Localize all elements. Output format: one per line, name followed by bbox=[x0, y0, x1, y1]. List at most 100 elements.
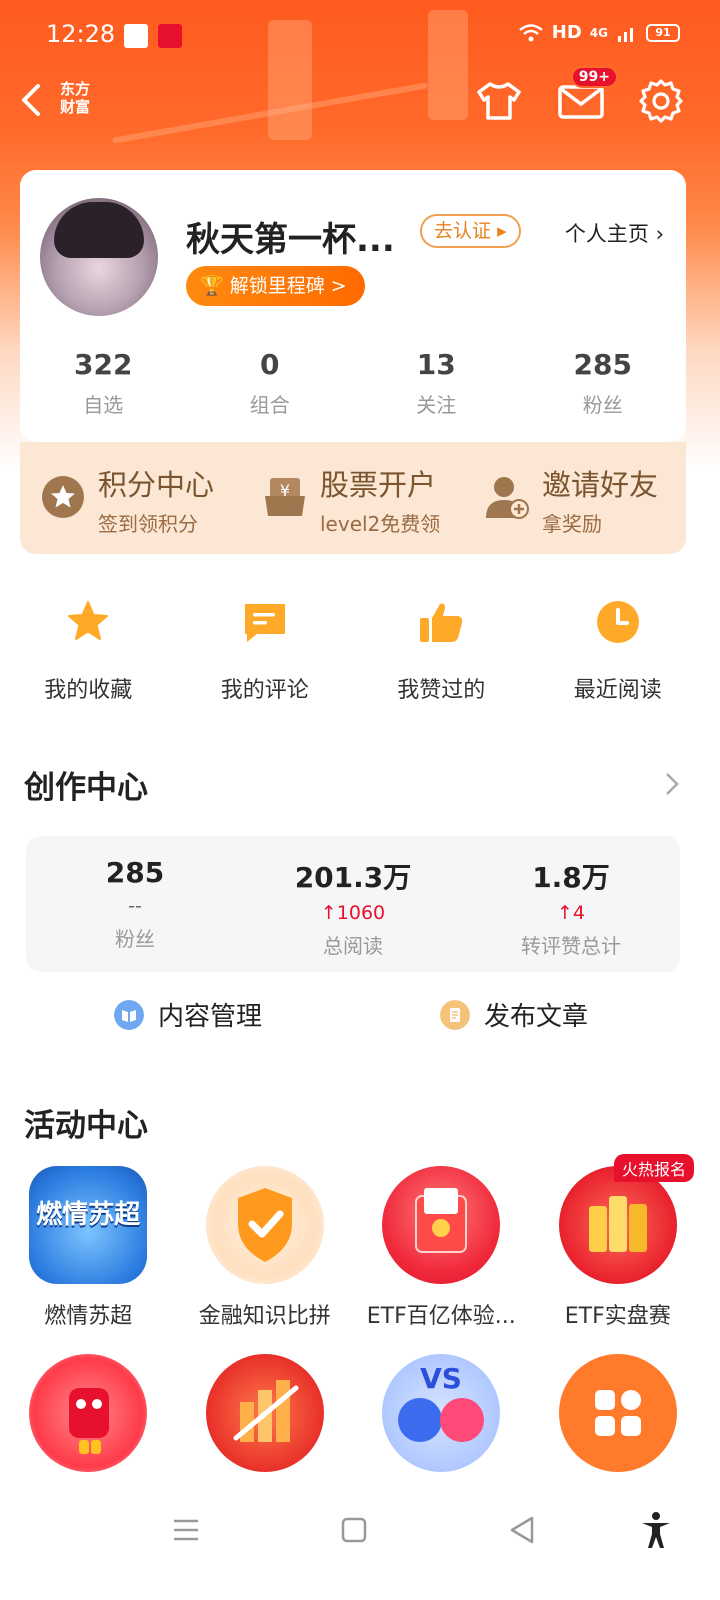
promo-subtitle: level2免费领 bbox=[320, 512, 441, 536]
quick-recent[interactable]: 最近阅读 bbox=[530, 598, 707, 704]
thumbs-up-icon bbox=[420, 603, 463, 642]
milestone-label: 解锁里程碑 > bbox=[229, 275, 347, 297]
soccer-event-icon: 燃情苏超 bbox=[29, 1166, 148, 1284]
promo-open-account[interactable]: ¥ 股票开户 level2免费领 bbox=[242, 442, 464, 554]
creator-stat-engagement[interactable]: 1.8万 ↑4 转评赞总计 bbox=[462, 836, 680, 972]
activity-row: 燃情苏超 燃情苏超 金融知识比拼 ETF百亿体验... 火热报名 ETF实盘赛 bbox=[0, 1154, 707, 1330]
status-time: 12:28 bbox=[46, 20, 116, 48]
verify-button[interactable]: 去认证 ▸ bbox=[420, 214, 521, 248]
home-square-icon[interactable] bbox=[334, 1510, 374, 1550]
creator-stat-label: 转评赞总计 bbox=[521, 934, 621, 958]
star-icon bbox=[68, 601, 109, 640]
stat-value: 322 bbox=[74, 348, 133, 381]
stat-label: 自选 bbox=[83, 393, 124, 417]
grid-icon bbox=[594, 1390, 641, 1436]
creator-center-title: 创作中心 bbox=[24, 770, 148, 806]
stat-watchlist[interactable]: 322 自选 bbox=[20, 348, 187, 418]
stat-value: 13 bbox=[416, 348, 456, 381]
brand-logo: 东方 财富 bbox=[60, 80, 90, 116]
promo-subtitle: 签到领积分 bbox=[98, 512, 198, 536]
promo-points-center[interactable]: 积分中心 签到领积分 bbox=[20, 442, 242, 554]
gear-icon[interactable] bbox=[636, 76, 686, 126]
play-triangle-icon: ▸ bbox=[497, 220, 507, 242]
homepage-link[interactable]: 个人主页 › bbox=[565, 218, 664, 248]
activity-label: 燃情苏超 bbox=[44, 1304, 133, 1329]
promo-title: 积分中心 bbox=[98, 468, 215, 502]
quick-liked[interactable]: 我赞过的 bbox=[353, 598, 530, 704]
gold-icon bbox=[588, 1196, 647, 1252]
quick-favorites[interactable]: 我的收藏 bbox=[0, 598, 177, 704]
quick-comments[interactable]: 我的评论 bbox=[177, 598, 354, 704]
system-nav-bar bbox=[0, 1488, 720, 1600]
nickname[interactable]: 秋天第一杯... bbox=[186, 212, 395, 261]
activity-item[interactable] bbox=[177, 1354, 354, 1484]
battery-icon: 91 bbox=[646, 23, 680, 42]
creator-stat-reads[interactable]: 201.3万 ↑1060 总阅读 bbox=[244, 836, 462, 972]
activity-row: VS bbox=[0, 1354, 706, 1484]
activity-icon-text: 燃情苏超 bbox=[36, 1200, 141, 1230]
stat-value: 285 bbox=[573, 348, 632, 381]
creator-actions: 内容管理 发布文章 bbox=[0, 996, 706, 1040]
milestone-button[interactable]: 🏆 解锁里程碑 > bbox=[186, 266, 365, 306]
mail-button[interactable]: 99+ bbox=[556, 66, 618, 126]
activity-item[interactable] bbox=[530, 1354, 707, 1484]
activity-item[interactable] bbox=[0, 1354, 177, 1484]
stat-following[interactable]: 13 关注 bbox=[353, 348, 520, 418]
hot-signup-badge: 火热报名 bbox=[613, 1154, 694, 1182]
profile-card: 秋天第一杯... 去认证 ▸ 个人主页 › 🏆 解锁里程碑 > 322 自选 0 组… bbox=[20, 170, 686, 442]
clock-icon bbox=[596, 601, 639, 643]
activity-center-title: 活动中心 bbox=[24, 1108, 148, 1144]
content-manage-button[interactable]: 内容管理 bbox=[114, 996, 262, 1033]
person-add-icon bbox=[486, 477, 529, 519]
creator-stat-label: 总阅读 bbox=[323, 934, 383, 958]
wifi-icon bbox=[518, 23, 543, 41]
stat-portfolio[interactable]: 0 组合 bbox=[187, 348, 354, 418]
stat-label: 组合 bbox=[249, 393, 290, 417]
red-envelope-icon bbox=[382, 1166, 501, 1284]
profile-stats: 322 自选 0 组合 13 关注 285 粉丝 bbox=[20, 348, 686, 418]
creator-stat-delta: ↑4 bbox=[556, 902, 585, 924]
versus-battle-icon: VS bbox=[382, 1354, 501, 1472]
stat-fans[interactable]: 285 粉丝 bbox=[520, 348, 687, 418]
creator-stat-value: 285 bbox=[105, 856, 165, 889]
back-triangle-icon[interactable] bbox=[502, 1510, 542, 1550]
brand-line1: 东方 bbox=[60, 80, 91, 98]
creator-stats: 285 -- 粉丝 201.3万 ↑1060 总阅读 1.8万 ↑4 转评赞总计 bbox=[26, 836, 680, 972]
index-chart-icon bbox=[205, 1354, 324, 1472]
activity-label: ETF实盘赛 bbox=[564, 1304, 671, 1329]
creator-stat-value: 201.3万 bbox=[294, 861, 412, 894]
activity-item[interactable]: 金融知识比拼 bbox=[177, 1166, 354, 1330]
avatar-hair bbox=[54, 202, 144, 258]
avatar[interactable] bbox=[40, 198, 158, 316]
comment-icon bbox=[244, 604, 285, 642]
app-notification-icon bbox=[158, 24, 182, 48]
status-bar: 12:28 HD 4G 91 bbox=[0, 0, 720, 70]
signal-icon bbox=[618, 27, 633, 42]
publish-article-button[interactable]: 发布文章 bbox=[440, 996, 588, 1033]
status-right: HD 4G 91 bbox=[518, 22, 680, 43]
creator-stat-fans[interactable]: 285 -- 粉丝 bbox=[26, 836, 244, 972]
back-arrow-icon[interactable] bbox=[18, 82, 48, 118]
chevron-right-icon[interactable] bbox=[662, 770, 682, 798]
activity-item[interactable]: 火热报名 ETF实盘赛 bbox=[530, 1154, 707, 1330]
star-medal-icon bbox=[42, 476, 84, 518]
book-icon bbox=[114, 999, 144, 1030]
shield-check-icon bbox=[205, 1166, 324, 1284]
menu-icon[interactable] bbox=[166, 1510, 206, 1550]
creator-stat-value: 1.8万 bbox=[532, 861, 610, 894]
promo-strip: 积分中心 签到领积分 ¥ 股票开户 level2免费领 邀请好友 拿奖励 bbox=[20, 442, 686, 554]
content-manage-label: 内容管理 bbox=[158, 1002, 263, 1032]
signal-label: 4G bbox=[589, 25, 608, 40]
promo-invite-friends[interactable]: 邀请好友 拿奖励 bbox=[464, 442, 686, 554]
accessibility-icon[interactable] bbox=[636, 1510, 676, 1550]
envelope-icon bbox=[415, 1188, 468, 1253]
network-label: HD bbox=[551, 22, 582, 43]
creator-stat-delta: -- bbox=[128, 895, 142, 917]
creator-stat-delta: ↑1060 bbox=[320, 902, 386, 924]
tshirt-icon[interactable] bbox=[474, 76, 524, 126]
activity-item[interactable]: 燃情苏超 燃情苏超 bbox=[0, 1166, 177, 1330]
quick-links: 我的收藏 我的评论 我赞过的 最近阅读 bbox=[0, 598, 706, 704]
quick-label: 我的收藏 bbox=[44, 678, 133, 703]
activity-item[interactable]: VS bbox=[353, 1354, 530, 1484]
activity-item[interactable]: ETF百亿体验... bbox=[353, 1166, 530, 1330]
